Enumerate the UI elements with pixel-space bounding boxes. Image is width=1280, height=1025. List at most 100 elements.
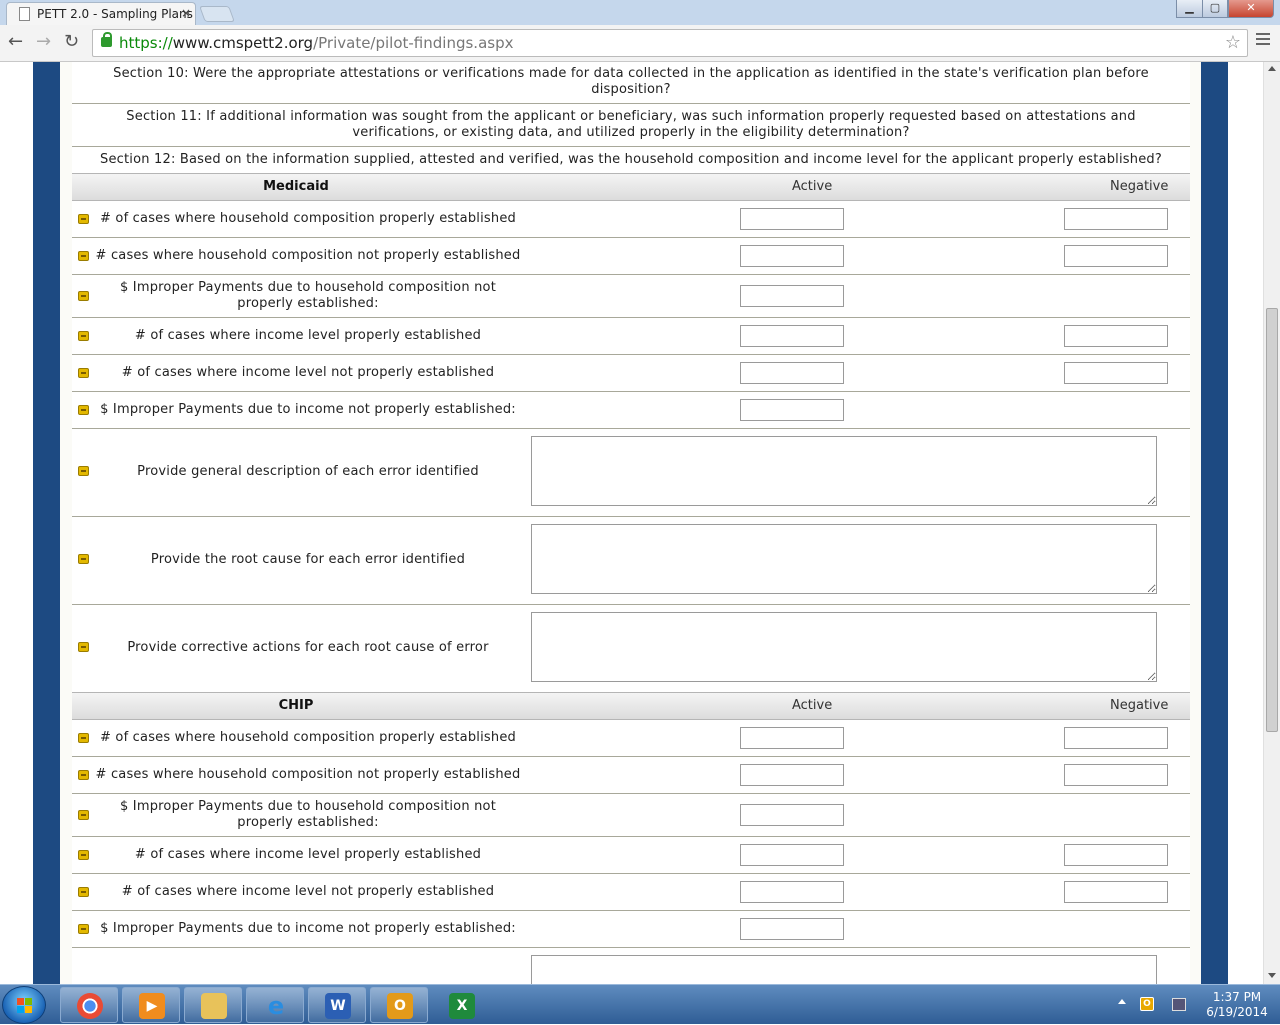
taskbar-internet-explorer[interactable]: e — [246, 987, 304, 1023]
required-bullet-icon — [78, 733, 89, 743]
back-arrow-icon[interactable]: ← — [8, 31, 23, 52]
chip-row-error-description — [72, 948, 1190, 984]
negative-count-input[interactable] — [1064, 727, 1168, 749]
system-clock[interactable]: 1:37 PM 6/19/2014 — [1196, 990, 1278, 1020]
chip-row-household-established: # of cases where household composition p… — [72, 720, 1190, 757]
page-frame-left — [33, 62, 60, 984]
error-description-textarea[interactable] — [531, 436, 1157, 506]
clock-time: 1:37 PM — [1212, 990, 1262, 1004]
row-label: # cases where household composition not … — [95, 248, 521, 263]
active-count-input[interactable] — [740, 245, 844, 267]
row-label: # of cases where income level not proper… — [121, 365, 495, 380]
scroll-down-arrow-icon[interactable] — [1268, 973, 1276, 978]
medicaid-row-household-improper-payments: $ Improper Payments due to household com… — [72, 275, 1190, 318]
section-10-question: Section 10: Were the appropriate attesta… — [72, 62, 1190, 104]
reload-icon[interactable]: ↻ — [64, 31, 79, 52]
start-button[interactable] — [2, 986, 46, 1024]
row-label: Provide corrective actions for each root… — [127, 640, 489, 655]
chip-header: CHIP Active Negative — [72, 692, 1190, 720]
taskbar-outlook[interactable]: O — [370, 987, 428, 1023]
row-label: $ Improper Payments due to income not pr… — [100, 921, 516, 936]
negative-count-input[interactable] — [1064, 325, 1168, 347]
chip-row-income-improper-payments: $ Improper Payments due to income not pr… — [72, 911, 1190, 948]
active-count-input[interactable] — [740, 881, 844, 903]
corrective-actions-textarea[interactable] — [531, 612, 1157, 682]
taskbar-excel[interactable]: X — [432, 987, 490, 1023]
clock-date: 6/19/2014 — [1206, 1005, 1268, 1019]
required-bullet-icon — [78, 405, 89, 415]
negative-count-input[interactable] — [1064, 208, 1168, 230]
medicaid-row-income-established: # of cases where income level properly e… — [72, 318, 1190, 355]
negative-column-header: Negative — [1110, 698, 1169, 713]
negative-count-input[interactable] — [1064, 362, 1168, 384]
window-maximize-button[interactable]: ▢ — [1202, 0, 1228, 18]
network-icon[interactable] — [1172, 998, 1186, 1011]
tab-close-icon[interactable]: × — [181, 6, 191, 20]
active-count-input[interactable] — [740, 325, 844, 347]
show-hidden-icons-arrow[interactable] — [1118, 999, 1126, 1004]
tray-outlook-icon[interactable]: O — [1140, 997, 1154, 1011]
address-bar[interactable]: https://www.cmspett2.org/Private/pilot-f… — [92, 29, 1248, 57]
required-bullet-icon — [78, 368, 89, 378]
active-amount-input[interactable] — [740, 399, 844, 421]
medicaid-row-household-established: # of cases where household composition p… — [72, 201, 1190, 238]
active-count-input[interactable] — [740, 362, 844, 384]
taskbar-explorer[interactable] — [184, 987, 242, 1023]
active-amount-input[interactable] — [740, 804, 844, 826]
active-count-input[interactable] — [740, 727, 844, 749]
active-count-input[interactable] — [740, 844, 844, 866]
new-tab-button[interactable] — [199, 6, 235, 22]
active-column-header: Active — [792, 179, 833, 194]
section-11-question: Section 11: If additional information wa… — [72, 104, 1190, 147]
forward-arrow-icon[interactable]: → — [36, 31, 51, 52]
required-bullet-icon — [78, 850, 89, 860]
required-bullet-icon — [78, 214, 89, 224]
row-label: # of cases where income level properly e… — [134, 847, 482, 862]
browser-toolbar: ← → ↻ https://www.cmspett2.org/Private/p… — [0, 25, 1280, 62]
active-count-input[interactable] — [740, 764, 844, 786]
row-label: $ Improper Payments due to income not pr… — [100, 402, 516, 417]
negative-count-input[interactable] — [1064, 844, 1168, 866]
page-document-icon — [19, 7, 30, 21]
outlook-icon: O — [387, 993, 413, 1019]
negative-count-input[interactable] — [1064, 245, 1168, 267]
medicaid-header: Medicaid Active Negative — [72, 173, 1190, 201]
root-cause-textarea[interactable] — [531, 524, 1157, 594]
active-amount-input[interactable] — [740, 285, 844, 307]
row-label: $ Improper Payments due to household com… — [120, 280, 496, 311]
negative-count-input[interactable] — [1064, 764, 1168, 786]
taskbar-media-player[interactable]: ▶ — [122, 987, 180, 1023]
internet-explorer-icon: e — [267, 992, 285, 1020]
required-bullet-icon — [78, 770, 89, 780]
scroll-up-arrow-icon[interactable] — [1268, 66, 1276, 71]
row-label: # of cases where household composition p… — [100, 211, 516, 226]
chip-error-description-textarea[interactable] — [531, 955, 1157, 984]
row-label: Provide general description of each erro… — [137, 464, 479, 479]
word-icon: W — [325, 993, 351, 1019]
taskbar-word[interactable]: W — [308, 987, 366, 1023]
medicaid-row-corrective-actions: Provide corrective actions for each root… — [72, 605, 1190, 693]
required-bullet-icon — [78, 924, 89, 934]
medicaid-group-label: Medicaid — [263, 179, 329, 194]
page-scrollbar[interactable] — [1263, 62, 1280, 984]
explorer-icon — [201, 993, 227, 1019]
active-count-input[interactable] — [740, 208, 844, 230]
window-minimize-button[interactable]: ▁ — [1176, 0, 1203, 18]
row-label: # of cases where income level not proper… — [121, 884, 495, 899]
page-frame-right — [1201, 62, 1228, 984]
chip-row-income-not-established: # of cases where income level not proper… — [72, 874, 1190, 911]
section-12-question: Section 12: Based on the information sup… — [72, 147, 1190, 174]
window-close-button[interactable]: ✕ — [1228, 0, 1274, 18]
browser-menu-icon[interactable] — [1256, 33, 1270, 48]
active-amount-input[interactable] — [740, 918, 844, 940]
address-url: https://www.cmspett2.org/Private/pilot-f… — [119, 34, 514, 52]
bookmark-star-icon[interactable]: ☆ — [1225, 32, 1241, 53]
scrollbar-thumb[interactable] — [1266, 308, 1278, 732]
chip-row-household-improper-payments: $ Improper Payments due to household com… — [72, 794, 1190, 837]
active-column-header: Active — [792, 698, 833, 713]
required-bullet-icon — [78, 810, 89, 820]
taskbar-chrome[interactable] — [60, 987, 118, 1023]
medicaid-row-error-description: Provide general description of each erro… — [72, 429, 1190, 517]
negative-count-input[interactable] — [1064, 881, 1168, 903]
browser-tab[interactable]: PETT 2.0 - Sampling Plans × — [6, 2, 196, 25]
